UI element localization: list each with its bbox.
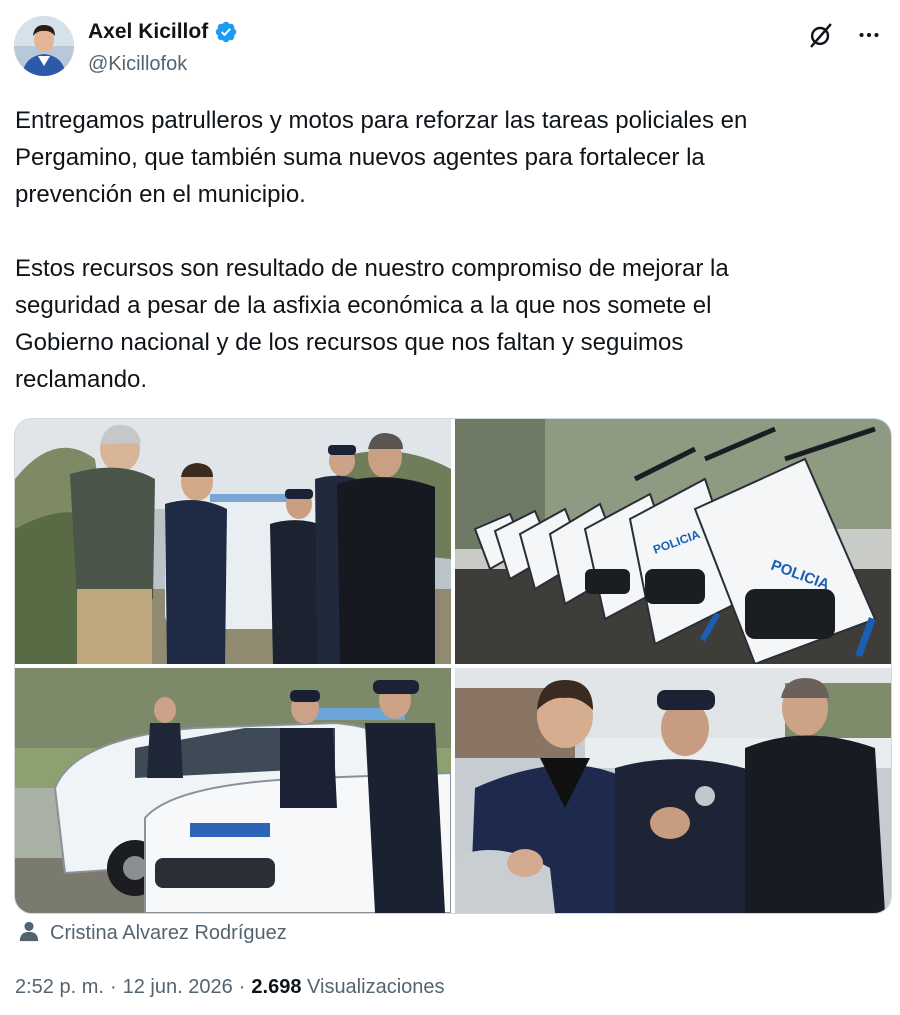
tweet-time[interactable]: 2:52 p. m. <box>15 976 104 999</box>
verified-badge-icon[interactable] <box>214 20 238 44</box>
photo-officials-talking[interactable] <box>15 419 451 664</box>
views-group[interactable]: 2.698 Visualizaciones <box>251 976 444 999</box>
person-icon <box>18 920 40 947</box>
tweet-actions-top <box>806 20 884 50</box>
tweet-paragraph-1: Entregamos patrulleros y motos para refo… <box>15 107 748 208</box>
author-display-name[interactable]: Axel Kicillof <box>88 20 208 44</box>
tweet-date[interactable]: 12 jun. 2026 <box>123 976 233 999</box>
more-options-icon[interactable] <box>854 20 884 50</box>
author-avatar[interactable] <box>14 16 74 76</box>
meta-separator: · <box>109 976 117 998</box>
tweet-text: Entregamos patrulleros y motos para refo… <box>15 102 875 398</box>
views-label: Visualizaciones <box>307 976 445 998</box>
tweet-meta: 2:52 p. m. · 12 jun. 2026 · 2.698 Visual… <box>15 976 445 999</box>
photo-police-motorcycles[interactable]: POLICIA POLICIA <box>455 419 891 664</box>
photo-governor-officers[interactable] <box>455 668 891 913</box>
tagged-user-name: Cristina Alvarez Rodríguez <box>50 922 287 944</box>
media-grid: POLICIA POLICIA <box>14 418 892 914</box>
tagged-user[interactable]: Cristina Alvarez Rodríguez <box>18 920 287 947</box>
meta-separator: · <box>238 976 246 998</box>
author-name-row: Axel Kicillof <box>88 20 238 44</box>
views-count: 2.698 <box>251 976 302 998</box>
photo-patrol-cars[interactable] <box>15 668 451 913</box>
tweet-paragraph-2: Estos recursos son resultado de nuestro … <box>15 255 729 393</box>
author-handle[interactable]: @Kicillofok <box>88 53 187 76</box>
tweet-card: Axel Kicillof @Kicillofok Entregamos pat… <box>0 0 900 1015</box>
grok-icon[interactable] <box>806 20 836 50</box>
